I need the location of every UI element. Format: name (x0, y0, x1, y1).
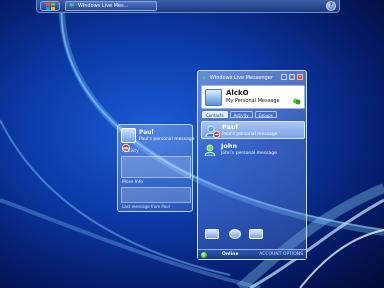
conversation-history[interactable] (121, 156, 191, 178)
messenger-logo-icon (202, 75, 208, 80)
taskbar-item-messenger[interactable]: Windows Live Mes... (65, 1, 157, 11)
more-info-label: More Info (122, 180, 144, 185)
conversation-window: Paul Paul's personal message Activity Mo… (117, 124, 195, 212)
account-options-link[interactable]: ACCOUNT OPTIONS (259, 250, 303, 260)
taskbar: Windows Live Mes... ? (36, 0, 340, 13)
conversation-header: Paul Paul's personal message (121, 128, 195, 152)
status-value[interactable]: Online (222, 250, 238, 260)
online-status-icon[interactable] (292, 97, 301, 106)
window-controls: – □ × (281, 74, 303, 80)
taskbar-item-label: Windows Live Mes... (78, 3, 129, 9)
buddy-online-icon (204, 144, 216, 156)
messenger-window: Windows Live Messenger – □ × AlckO My Pe… (197, 70, 307, 260)
maximize-button[interactable]: □ (289, 74, 295, 80)
conversation-status: Last message from Paul (122, 204, 170, 209)
add-contact-button[interactable] (205, 229, 219, 239)
contact-row-john[interactable]: John John's personal message (201, 141, 305, 159)
minimize-button[interactable]: – (281, 74, 287, 80)
activity-label: Activity (122, 149, 139, 154)
tab-activity[interactable]: Activity (229, 111, 253, 118)
window-title-text: Windows Live Messenger (210, 75, 273, 81)
messenger-buddy-icon (69, 3, 75, 7)
action-toolbar (201, 227, 305, 241)
contact-name: Paul (139, 129, 154, 136)
my-avatar[interactable] (205, 89, 222, 106)
my-personal-message[interactable]: My Personal Message (226, 98, 280, 104)
close-button[interactable]: × (297, 74, 303, 80)
info-icon[interactable]: ? (326, 1, 336, 11)
message-input[interactable] (121, 187, 191, 203)
blocked-icon (213, 131, 220, 138)
contact-avatar[interactable] (121, 128, 136, 143)
my-profile-panel: AlckO My Personal Message (201, 85, 305, 109)
contact-row-paul[interactable]: Paul Paul's personal message (201, 121, 305, 139)
contact-message: John's personal message (221, 151, 277, 156)
status-bar: Online ACCOUNT OPTIONS (198, 249, 306, 259)
contact-message: Paul's personal message (139, 137, 195, 142)
windows-logo-icon (45, 2, 55, 10)
contact-message: Paul's personal message (222, 132, 278, 137)
options-button[interactable] (249, 229, 263, 239)
contact-name: John (221, 142, 238, 150)
tab-contacts[interactable]: Contacts (202, 111, 228, 118)
list-tabs: Contacts Activity Groups (202, 111, 277, 118)
my-name[interactable]: AlckO (226, 89, 249, 97)
tab-groups[interactable]: Groups (254, 111, 277, 118)
contact-name: Paul (222, 123, 238, 131)
window-title: Windows Live Messenger (202, 74, 273, 82)
start-button[interactable] (40, 1, 60, 11)
play-button[interactable] (229, 229, 241, 239)
online-dot-icon (201, 252, 207, 258)
